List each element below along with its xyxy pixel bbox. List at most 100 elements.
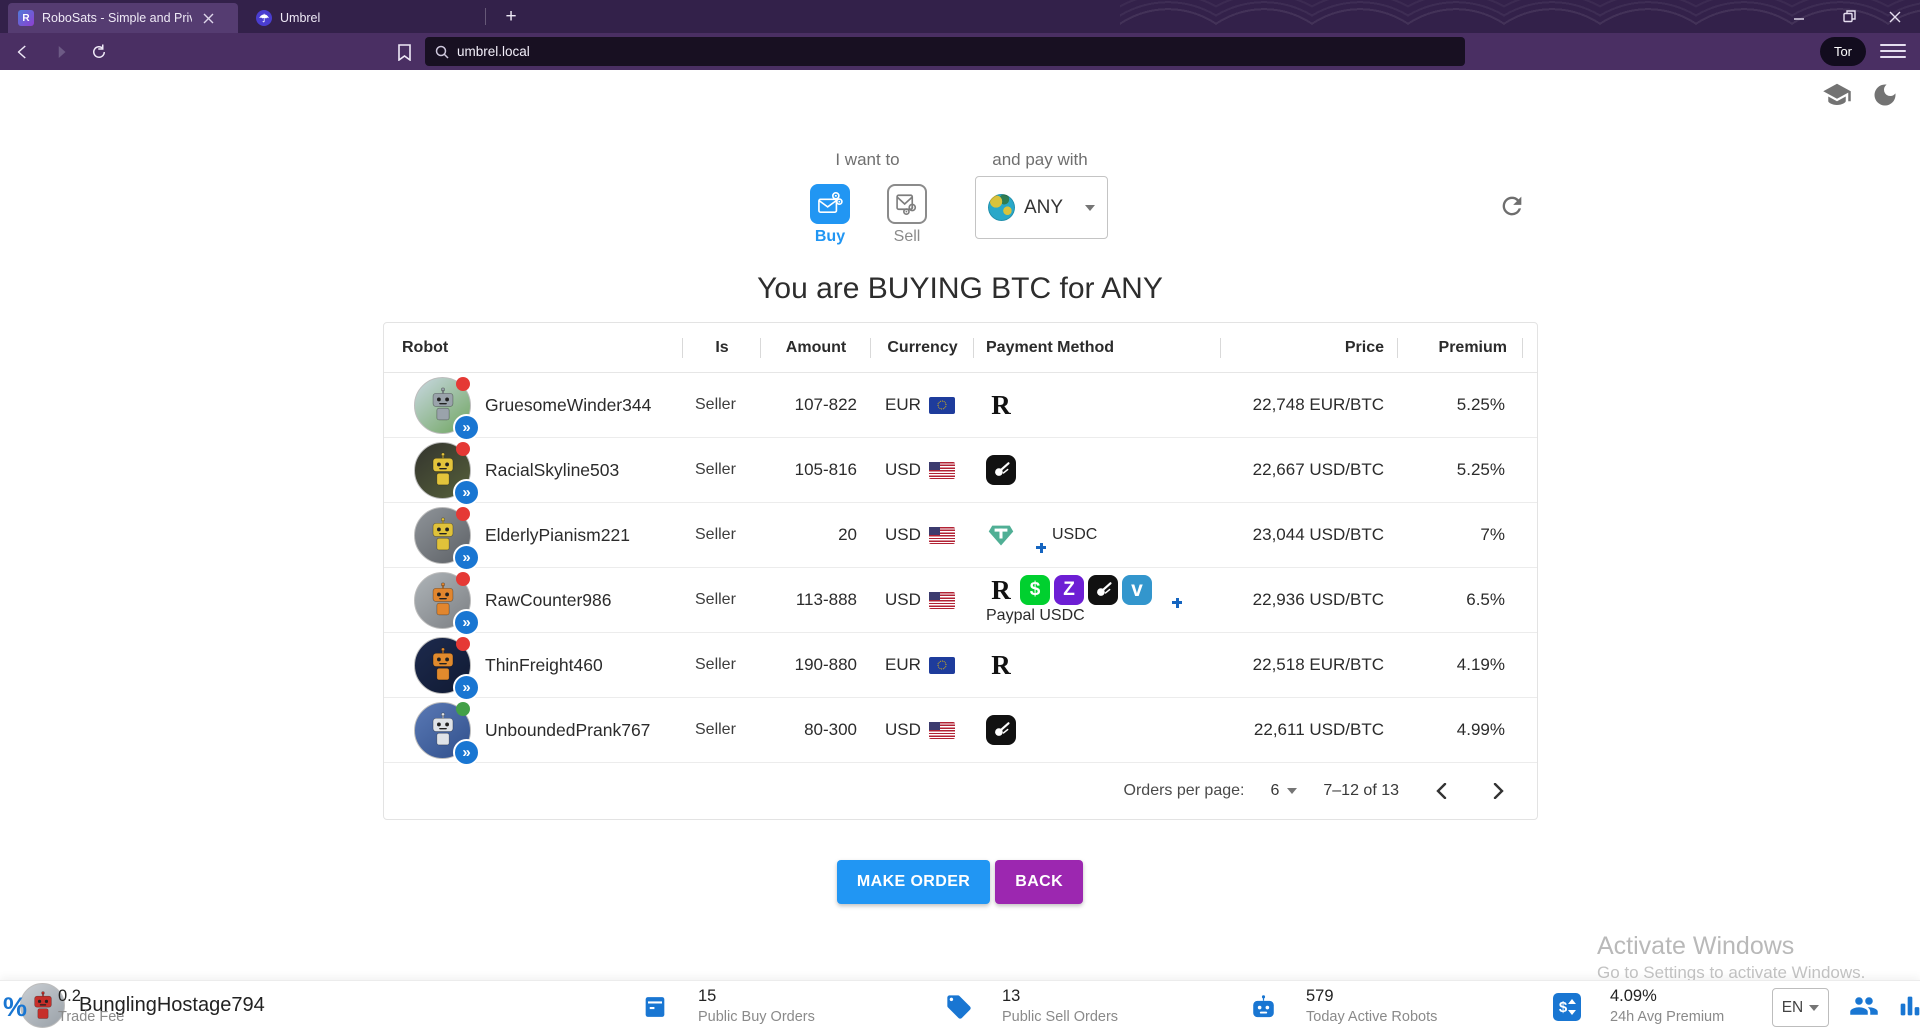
new-tab-button[interactable]: +	[498, 4, 524, 30]
search-icon	[435, 45, 449, 59]
header-robot[interactable]: Robot	[384, 339, 683, 357]
price-change-icon: $	[1552, 992, 1582, 1022]
buy-toggle-button[interactable]	[810, 184, 850, 224]
page-size-value: 6	[1270, 782, 1279, 800]
stat-value: 579	[1306, 987, 1437, 1006]
robot-name: UnboundedPrank767	[485, 720, 650, 741]
tab-robosats[interactable]: R RoboSats - Simple and Private Bit	[8, 3, 238, 33]
order-side: Seller	[683, 461, 761, 479]
order-amount: 20	[761, 525, 871, 545]
status-dot-icon	[456, 507, 470, 521]
bookmark-icon[interactable]	[390, 38, 418, 66]
payment-methods	[974, 455, 1221, 485]
venmo-icon: v	[1122, 575, 1152, 605]
header-premium[interactable]: Premium	[1398, 339, 1523, 357]
percent-icon: %	[0, 992, 30, 1022]
tab-title: RoboSats - Simple and Private Bit	[42, 11, 192, 25]
tor-circuit-button[interactable]: Tor	[1820, 37, 1866, 66]
pay-label: and pay with	[965, 150, 1115, 170]
buy-envelope-icon	[816, 190, 844, 218]
chevron-badge-icon: »	[453, 479, 480, 506]
payment-methods	[974, 715, 1221, 745]
forward-icon[interactable]	[46, 38, 76, 66]
header-payment-method[interactable]: Payment Method	[974, 339, 1221, 357]
refresh-icon[interactable]	[1498, 192, 1528, 222]
sell-toggle-button[interactable]	[887, 184, 927, 224]
tab-umbrel[interactable]: ☂ Umbrel	[246, 3, 396, 33]
robot-avatar: »	[414, 572, 471, 629]
status-dot-icon	[456, 442, 470, 456]
next-page-icon[interactable]	[1483, 775, 1515, 807]
community-icon[interactable]	[1848, 990, 1880, 1022]
restore-button[interactable]	[1828, 0, 1870, 33]
order-currency: USD	[871, 460, 974, 480]
order-premium: 5.25%	[1398, 395, 1523, 415]
stat-value: 0.2	[58, 987, 124, 1006]
robot-avatar: »	[414, 702, 471, 759]
zelle-icon: Z	[1054, 575, 1084, 605]
language-select[interactable]: EN	[1772, 988, 1829, 1027]
eu-flag-icon	[929, 397, 955, 414]
chevron-badge-icon: »	[453, 544, 480, 571]
strike-icon	[986, 715, 1016, 745]
back-icon[interactable]	[8, 38, 38, 66]
previous-page-icon[interactable]	[1425, 775, 1457, 807]
menu-icon[interactable]	[1880, 39, 1906, 63]
url-text: umbrel.local	[457, 44, 530, 59]
revolut-icon: R	[986, 390, 1016, 420]
status-dot-icon	[456, 572, 470, 586]
url-bar[interactable]: umbrel.local	[425, 37, 1465, 66]
close-window-button[interactable]	[1874, 0, 1916, 33]
robot-avatar: »	[414, 507, 471, 564]
order-premium: 4.19%	[1398, 655, 1523, 675]
reload-icon[interactable]	[84, 38, 114, 66]
order-row[interactable]: » ElderlyPianism221 Seller 20 USD USDC 2…	[384, 503, 1537, 568]
stat-item: $ 4.09% 24h Avg Premium	[1552, 985, 1724, 1025]
payment-methods: R	[974, 650, 1221, 680]
orders-per-page-label: Orders per page:	[1124, 782, 1245, 800]
us-flag-icon	[929, 592, 955, 609]
order-amount: 190-880	[761, 655, 871, 675]
header-currency[interactable]: Currency	[871, 339, 974, 357]
stat-label: Public Buy Orders	[698, 1009, 815, 1025]
exchange-summary-icon[interactable]	[1894, 990, 1920, 1022]
dark-mode-icon[interactable]	[1868, 78, 1902, 112]
activate-windows-watermark: Activate Windows Go to Settings to activ…	[1597, 932, 1865, 983]
minimize-button[interactable]	[1778, 0, 1820, 33]
close-tab-icon[interactable]	[200, 10, 216, 26]
page-range: 7–12 of 13	[1323, 782, 1399, 800]
page-title: You are BUYING BTC for ANY	[0, 272, 1920, 306]
order-row[interactable]: » RacialSkyline503 Seller 105-816 USD 22…	[384, 438, 1537, 503]
robot-avatar: »	[414, 442, 471, 499]
payment-text: Paypal USDC	[986, 607, 1211, 625]
order-row[interactable]: » RawCounter986 Seller 113-888 USD R$Z v…	[384, 568, 1537, 633]
make-order-button[interactable]: MAKE ORDER	[837, 860, 990, 904]
order-currency: USD	[871, 525, 974, 545]
browser-tab-bar: R RoboSats - Simple and Private Bit ☂ Um…	[0, 0, 1920, 33]
want-label: I want to	[760, 150, 975, 170]
chevron-down-icon	[1809, 1005, 1819, 1011]
order-amount: 105-816	[761, 460, 871, 480]
order-premium: 7%	[1398, 525, 1523, 545]
order-amount: 80-300	[761, 720, 871, 740]
currency-select[interactable]: ANY	[975, 176, 1108, 239]
back-button[interactable]: BACK	[995, 860, 1083, 904]
order-row[interactable]: » ThinFreight460 Seller 190-880 EUR R 22…	[384, 633, 1537, 698]
stat-value: 15	[698, 987, 815, 1006]
revolut-icon: R	[986, 575, 1016, 605]
chevron-down-icon	[1085, 205, 1095, 211]
learn-icon[interactable]	[1820, 78, 1854, 112]
order-row[interactable]: » GruesomeWinder344 Seller 107-822 EUR R…	[384, 373, 1537, 438]
header-price[interactable]: Price	[1221, 339, 1398, 357]
page-size-select[interactable]: 6	[1270, 782, 1297, 800]
header-amount[interactable]: Amount	[761, 339, 871, 357]
order-side: Seller	[683, 591, 761, 609]
header-is[interactable]: Is	[683, 339, 761, 357]
order-currency: EUR	[871, 655, 974, 675]
order-row[interactable]: » UnboundedPrank767 Seller 80-300 USD 22…	[384, 698, 1537, 763]
robot-name: ThinFreight460	[485, 655, 603, 676]
tab-title: Umbrel	[280, 11, 320, 25]
browser-toolbar: umbrel.local Tor	[0, 33, 1920, 70]
robot-name: RacialSkyline503	[485, 460, 619, 481]
order-price: 22,748 EUR/BTC	[1221, 395, 1398, 415]
